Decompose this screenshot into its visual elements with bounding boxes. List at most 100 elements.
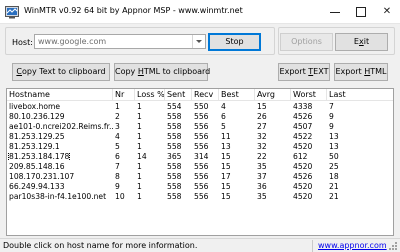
cell-last: 21: [327, 182, 393, 191]
cell-best: 15: [219, 162, 255, 171]
cell-text: 1: [137, 172, 142, 181]
resize-grip-icon[interactable]: [388, 241, 398, 251]
host-dropdown-button[interactable]: [192, 35, 205, 48]
cell-worst: 4526: [291, 172, 327, 181]
cell-worst: 4526: [291, 112, 327, 121]
options-button[interactable]: Options: [280, 33, 333, 51]
title-bar[interactable]: WinMTR v0.92 64 bit by Appnor MSP - www.…: [0, 0, 400, 24]
column-header-nr[interactable]: Nr: [113, 89, 135, 100]
cell-last: 9: [327, 112, 393, 121]
host-combobox[interactable]: www.google.com: [34, 34, 206, 49]
maximize-button[interactable]: [348, 0, 374, 24]
table-row[interactable]: 80.10.236.129 2 1 558 556 6 26 4526 9: [7, 112, 393, 121]
copy-text-button[interactable]: Copy Text to clipboard: [12, 63, 110, 81]
column-header-loss[interactable]: Loss %: [135, 89, 165, 100]
table-row[interactable]: 66.249.94.133 9 1 558 556 15 36 4520 21: [7, 182, 393, 191]
cell-text: 8: [115, 172, 120, 181]
table-row[interactable]: livebox.home 1 1 554 550 4 15 4338 7: [7, 102, 393, 111]
table-row[interactable]: 108.170.231.107 8 1 558 556 17 37 4526 18: [7, 172, 393, 181]
close-button[interactable]: ✕: [374, 0, 400, 24]
cell-last: 7: [327, 102, 393, 111]
cell-text: 4507: [293, 122, 313, 131]
table-row[interactable]: ae101-0.ncrei202.Reims.fr... 3 1 558 556 5 27 4…: [7, 122, 393, 131]
status-divider: [312, 240, 313, 252]
cell-last: 21: [327, 192, 393, 201]
cell-text: 4: [221, 102, 226, 111]
export-html-button[interactable]: Export HTML: [334, 63, 388, 81]
cell-text: 66.249.94.133: [9, 182, 65, 191]
cell-nr: 9: [113, 182, 135, 191]
cell-last: 18: [327, 172, 393, 181]
column-header-avrg[interactable]: Avrg: [255, 89, 291, 100]
cell-avrg: 32: [255, 142, 291, 151]
cell-last: 50: [327, 152, 393, 161]
cell-worst: 4520: [291, 192, 327, 201]
cell-avrg: 26: [255, 112, 291, 121]
export-text-button[interactable]: Export TEXT: [278, 63, 330, 81]
export-text-suffix: EXT: [313, 67, 329, 76]
cell-hostname: livebox.home: [7, 102, 113, 111]
cell-text: 15: [221, 162, 231, 171]
cell-text: 1: [137, 102, 142, 111]
cell-text: 15: [221, 192, 231, 201]
cell-text: 15: [257, 102, 267, 111]
cell-text: 22: [257, 152, 267, 161]
column-header-last[interactable]: Last: [327, 89, 393, 100]
cell-text: 21: [329, 192, 339, 201]
cell-nr: 1: [113, 102, 135, 111]
hops-list-view[interactable]: Hostname Nr Loss % Sent Recv Best Avrg W…: [6, 88, 394, 236]
column-header-hostname[interactable]: Hostname: [7, 89, 113, 100]
cell-text: 5: [221, 122, 226, 131]
cell-text: 612: [293, 152, 308, 161]
chevron-down-icon: [196, 40, 202, 43]
copy-html-button[interactable]: Copy HTML to clipboard: [114, 63, 210, 81]
exit-label-suffix: it: [363, 37, 370, 46]
cell-text: 556: [194, 112, 209, 121]
maximize-icon: [356, 7, 366, 17]
cell-sent: 558: [165, 112, 192, 121]
cell-text: 558: [167, 122, 182, 131]
table-row[interactable]: 81.253.129.25 4 1 558 556 11 32 4522 13: [7, 132, 393, 141]
exit-button[interactable]: Exit: [335, 33, 388, 51]
minimize-button[interactable]: [322, 0, 348, 24]
cell-recv: 556: [192, 182, 219, 191]
cell-loss: 1: [135, 102, 165, 111]
cell-best: 5: [219, 122, 255, 131]
cell-text: 558: [167, 182, 182, 191]
cell-text: livebox.home: [9, 102, 61, 111]
cell-text: 4522: [293, 132, 313, 141]
column-header-best[interactable]: Best: [219, 89, 255, 100]
cell-text: 6: [115, 152, 120, 161]
cell-text: 556: [194, 172, 209, 181]
minimize-icon: [330, 12, 340, 13]
cell-text: 1: [137, 122, 142, 131]
stop-button[interactable]: Stop: [208, 33, 261, 51]
cell-best: 17: [219, 172, 255, 181]
table-row[interactable]: 81.253.129.1 5 1 558 556 13 32 4520 13: [7, 142, 393, 151]
cell-recv: 556: [192, 122, 219, 131]
cell-text: 35: [257, 192, 267, 201]
cell-hostname: 81.253.184.178: [7, 152, 113, 161]
cell-text: 1: [137, 162, 142, 171]
cell-text: 35: [257, 162, 267, 171]
cell-nr: 8: [113, 172, 135, 181]
cell-worst: 612: [291, 152, 327, 161]
cell-best: 11: [219, 132, 255, 141]
column-header-sent[interactable]: Sent: [165, 89, 192, 100]
column-header-recv[interactable]: Recv: [192, 89, 219, 100]
cell-last: 25: [327, 162, 393, 171]
cell-text: 81.253.129.25: [9, 132, 65, 141]
table-row[interactable]: 209.85.148.16 7 1 558 556 15 35 4520 25: [7, 162, 393, 171]
cell-text: 1: [115, 102, 120, 111]
cell-text: 554: [167, 102, 182, 111]
cell-best: 15: [219, 192, 255, 201]
cell-nr: 2: [113, 112, 135, 121]
appnor-link[interactable]: www.appnor.com: [318, 241, 387, 250]
host-input-value[interactable]: www.google.com: [38, 37, 106, 46]
cell-text: 36: [257, 182, 267, 191]
column-header-worst[interactable]: Worst: [291, 89, 327, 100]
table-row[interactable]: 81.253.184.178 6 14 365 314 15 22 612 50: [7, 152, 393, 161]
cell-hostname: 80.10.236.129: [7, 112, 113, 121]
cell-hostname: par10s38-in-f4.1e100.net: [7, 192, 113, 201]
table-row[interactable]: par10s38-in-f4.1e100.net 10 1 558 556 15 35 452…: [7, 192, 393, 201]
